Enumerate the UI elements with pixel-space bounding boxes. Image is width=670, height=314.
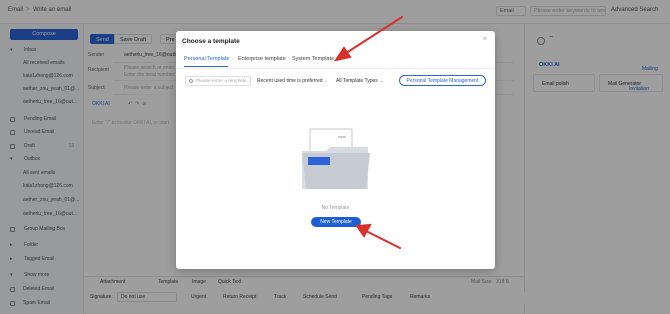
annotation-arrowhead (333, 46, 352, 62)
annotation-arrow (363, 229, 401, 249)
annotation-arrow (342, 16, 403, 56)
annotation-arrows (333, 16, 403, 249)
annotation-arrowhead (355, 223, 372, 238)
